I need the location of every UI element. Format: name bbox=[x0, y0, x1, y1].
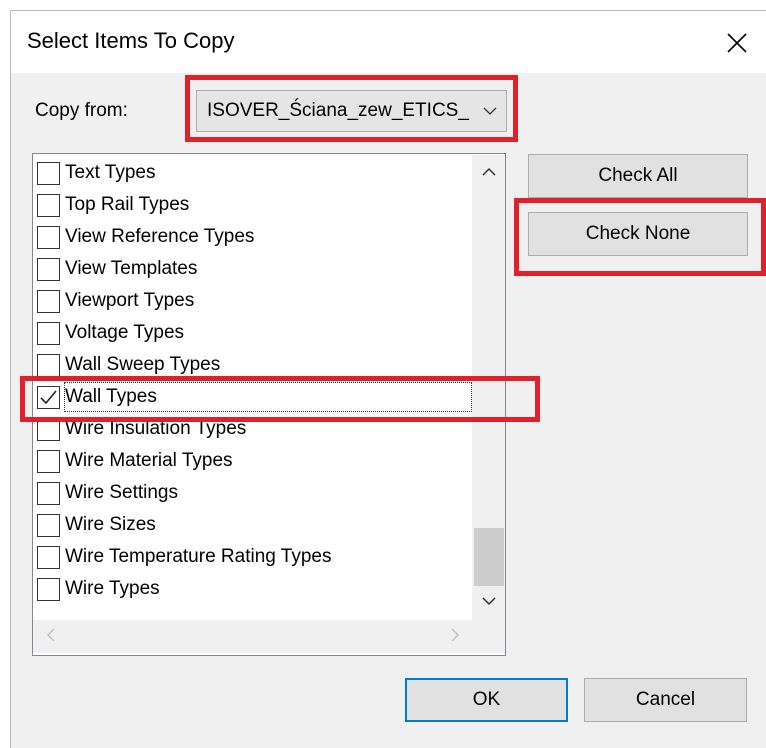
chevron-right-icon bbox=[451, 628, 459, 642]
checkbox[interactable] bbox=[37, 226, 60, 249]
list-item-label: View Reference Types bbox=[65, 226, 255, 247]
checkbox[interactable] bbox=[37, 258, 60, 281]
list-item-label: Wire Insulation Types bbox=[65, 418, 247, 439]
list-item-label: Wire Settings bbox=[65, 482, 178, 503]
list-item-label: Wire Temperature Rating Types bbox=[65, 546, 332, 567]
list-item[interactable]: Wire Insulation Types bbox=[33, 413, 473, 445]
checkbox-checked[interactable] bbox=[37, 386, 60, 409]
list-item[interactable]: Wire Temperature Rating Types bbox=[33, 541, 473, 573]
list-item-label: Wire Sizes bbox=[65, 514, 156, 535]
checkbox[interactable] bbox=[37, 450, 60, 473]
list-item-label: View Templates bbox=[65, 258, 198, 279]
list-item-label: Wall Sweep Types bbox=[65, 354, 221, 375]
chevron-left-icon bbox=[47, 628, 55, 642]
list-item[interactable]: Wire Sizes bbox=[33, 509, 473, 541]
list-item[interactable]: View Reference Types bbox=[33, 221, 473, 253]
copy-from-label: Copy from: bbox=[35, 100, 128, 121]
cancel-button[interactable]: Cancel bbox=[584, 678, 747, 722]
checkmark-icon bbox=[40, 390, 57, 405]
vertical-scroll-thumb[interactable] bbox=[474, 528, 504, 586]
close-button[interactable] bbox=[718, 24, 756, 62]
checkbox[interactable] bbox=[37, 514, 60, 537]
list-item-label: Wire Material Types bbox=[65, 450, 233, 471]
scroll-up-button[interactable] bbox=[472, 157, 505, 187]
list-item[interactable]: Wall Types bbox=[33, 381, 473, 413]
checkbox[interactable] bbox=[37, 418, 60, 441]
ok-button[interactable]: OK bbox=[405, 678, 568, 722]
check-all-button[interactable]: Check All bbox=[528, 154, 748, 198]
scroll-right-button[interactable] bbox=[440, 620, 470, 650]
chevron-up-icon bbox=[481, 167, 496, 176]
list-item-label: Wire Types bbox=[65, 578, 160, 599]
list-item[interactable]: Voltage Types bbox=[33, 317, 473, 349]
chevron-down-icon bbox=[481, 597, 496, 606]
checkbox[interactable] bbox=[37, 194, 60, 217]
checkbox[interactable] bbox=[37, 162, 60, 185]
list-item[interactable]: Wire Material Types bbox=[33, 445, 473, 477]
chevron-down-icon bbox=[483, 107, 497, 115]
list-item-label: Text Types bbox=[65, 162, 156, 183]
scroll-corner bbox=[472, 620, 505, 653]
copy-from-dropdown[interactable]: ISOVER_Ściana_zew_ETICS_ bbox=[196, 90, 507, 132]
list-item[interactable]: Viewport Types bbox=[33, 285, 473, 317]
checkbox[interactable] bbox=[37, 482, 60, 505]
checkbox[interactable] bbox=[37, 578, 60, 601]
list-item-label: Viewport Types bbox=[65, 290, 195, 311]
checkbox[interactable] bbox=[37, 354, 60, 377]
list-item-label: Voltage Types bbox=[65, 322, 185, 343]
list-item[interactable]: Wall Sweep Types bbox=[33, 349, 473, 381]
scroll-left-button[interactable] bbox=[36, 620, 66, 650]
list-item[interactable]: Wire Types bbox=[33, 573, 473, 605]
list-item[interactable]: Top Rail Types bbox=[33, 189, 473, 221]
items-listbox[interactable]: Text Types Top Rail Types View Reference T… bbox=[32, 153, 506, 656]
checkbox[interactable] bbox=[37, 546, 60, 569]
list-item[interactable]: Wire Settings bbox=[33, 477, 473, 509]
list-item-label: Top Rail Types bbox=[65, 194, 190, 215]
list-item-label: Wall Types bbox=[64, 382, 472, 412]
close-icon bbox=[727, 33, 747, 53]
check-none-button[interactable]: Check None bbox=[528, 212, 748, 256]
horizontal-scrollbar[interactable] bbox=[33, 620, 473, 653]
checkbox[interactable] bbox=[37, 322, 60, 345]
checkbox[interactable] bbox=[37, 290, 60, 313]
list-item[interactable]: View Templates bbox=[33, 253, 473, 285]
scroll-down-button[interactable] bbox=[472, 586, 505, 616]
dialog-title: Select Items To Copy bbox=[27, 28, 235, 53]
copy-from-value: ISOVER_Ściana_zew_ETICS_ bbox=[207, 100, 469, 121]
list-item[interactable]: Text Types bbox=[33, 157, 473, 189]
